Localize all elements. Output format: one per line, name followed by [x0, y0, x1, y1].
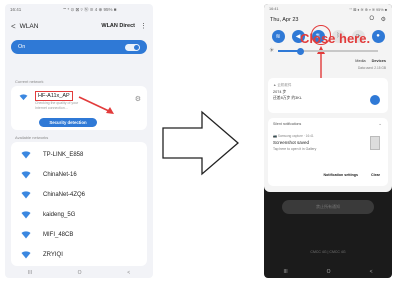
brightness-slider[interactable] — [278, 47, 378, 55]
page-title: WLAN — [19, 22, 39, 30]
wifi-icon — [21, 151, 31, 159]
wifi-icon — [21, 231, 31, 239]
media-button[interactable]: Media — [355, 59, 365, 63]
status-icons: "" ⊠ ♦ ≋ ⊕ ▿ ≋ 95% ■ — [349, 8, 387, 12]
network-name: ChinaNet-16 — [43, 172, 77, 178]
wlan-toggle-row[interactable]: On — [11, 40, 147, 54]
wifi-icon — [21, 251, 31, 259]
network-name: ChinaNet-4ZQ6 — [43, 192, 86, 198]
wlan-direct-button[interactable]: WLAN Direct — [101, 23, 135, 29]
close-here-annotation: Close here. — [300, 31, 371, 46]
notification-action-icon[interactable] — [370, 95, 380, 105]
background-button: 禁止所有通知 — [282, 200, 374, 214]
carrier-text: CMCC 4G | CMCC 4G — [310, 250, 346, 254]
network-name: MIFI_48CB — [43, 232, 74, 238]
quick-panel-screen: 16:41 "" ⊠ ♦ ≋ ⊕ ▿ ≋ 95% ■ Thu, Apr 23 O… — [264, 4, 392, 278]
network-name: ZRYIQI — [43, 252, 63, 258]
status-time: 16:41 — [269, 7, 279, 11]
toggle-label: On — [18, 44, 26, 50]
notification-line2: 还差8万步 约3KL — [273, 96, 302, 100]
network-row[interactable]: MIFI_48CB — [11, 225, 147, 245]
security-detection-button[interactable]: Security detection — [39, 118, 97, 127]
wlan-settings-screen: 16:41 "" * ⊙ ⊠ ▿ Ⓝ ≋ 4 ⊕ 95% ■ < WLAN WL… — [5, 4, 153, 278]
status-icons: "" * ⊙ ⊠ ▿ Ⓝ ≋ 4 ⊕ 95% ■ — [63, 7, 117, 12]
gear-icon[interactable]: ⚙ — [381, 16, 386, 23]
devices-button[interactable]: Devices — [372, 59, 386, 63]
wlan-toggle[interactable] — [125, 43, 140, 51]
app-header: < WLAN WLAN Direct ⋮ — [5, 18, 153, 34]
wifi-icon — [21, 171, 31, 179]
network-row[interactable]: TP-LINK_E858 — [11, 145, 147, 165]
status-bar: 16:41 "" * ⊙ ⊠ ▿ Ⓝ ≋ 4 ⊕ 95% ■ — [5, 4, 153, 16]
back-nav-button[interactable]: < — [127, 270, 130, 276]
silent-notifications-header: Silent notifications — [273, 122, 302, 126]
clear-button[interactable]: Clear — [371, 173, 380, 177]
silent-notifications-card: Silent notifications ⌄ 📷 Samsung capture… — [268, 118, 388, 186]
network-row[interactable]: ZRYIQI — [11, 245, 147, 265]
screenshot-app-label: 📷 Samsung capture · 16:41 — [273, 134, 314, 138]
wifi-icon — [21, 191, 31, 199]
home-button[interactable]: O — [327, 269, 331, 275]
network-row[interactable]: ChinaNet-4ZQ6 — [11, 185, 147, 205]
current-network-label: Current network — [15, 79, 44, 84]
screenshot-thumbnail[interactable] — [370, 136, 380, 150]
data-used-text: Data used: 2.15 GB — [358, 66, 386, 70]
notification-settings-button[interactable]: Notification settings — [323, 173, 358, 177]
available-networks-list: TP-LINK_E858 ChinaNet-16 ChinaNet-4ZQ6 kaid… — [11, 142, 147, 266]
available-networks-label: Available networks — [15, 135, 49, 140]
panel-date: Thu, Apr 23 — [270, 17, 299, 23]
power-icon[interactable]: O — [369, 16, 374, 22]
network-name: TP-LINK_E858 — [43, 152, 84, 158]
wifi-toggle-icon[interactable]: ≋ — [271, 29, 285, 43]
back-button[interactable]: < — [11, 22, 16, 31]
more-options-icon[interactable]: ⋮ — [140, 22, 147, 30]
screenshot-saved-title[interactable]: Screenshot saved — [273, 140, 309, 145]
notification-line1: 2074 步 — [273, 90, 287, 94]
wifi-icon — [21, 211, 31, 219]
current-network-name: HF-A11x_AP — [35, 91, 73, 101]
media-devices-row: Media Devices — [355, 59, 386, 63]
red-arrow-icon — [78, 96, 114, 114]
step-notification[interactable]: ▲ 云机软件 2074 步 还差8万步 约3KL — [268, 78, 388, 113]
network-name: kaideng_5G — [43, 212, 76, 218]
gear-icon[interactable]: ⚙ — [135, 95, 141, 103]
nav-bar: III O < — [264, 266, 392, 278]
recents-button[interactable]: III — [284, 269, 288, 275]
nav-bar: III O < — [5, 268, 153, 278]
network-row[interactable]: kaideng_5G — [11, 205, 147, 225]
transition-arrow-icon — [162, 110, 239, 176]
location-toggle-icon[interactable]: ● — [371, 29, 385, 43]
screenshot-saved-sub: Tap here to open it in Gallery — [273, 147, 317, 151]
status-bar: 16:41 "" ⊠ ♦ ≋ ⊕ ▿ ≋ 95% ■ — [269, 7, 387, 12]
notification-source: ▲ 云机软件 — [273, 83, 292, 87]
status-time: 16:41 — [10, 7, 22, 12]
wifi-icon — [19, 94, 28, 101]
back-nav-button[interactable]: < — [370, 269, 373, 275]
brightness-icon: ☀ — [269, 48, 275, 54]
recents-button[interactable]: III — [28, 270, 32, 276]
home-button[interactable]: O — [78, 270, 82, 276]
network-row[interactable]: ChinaNet-16 — [11, 165, 147, 185]
chevron-down-icon[interactable]: ⌄ — [378, 121, 382, 127]
